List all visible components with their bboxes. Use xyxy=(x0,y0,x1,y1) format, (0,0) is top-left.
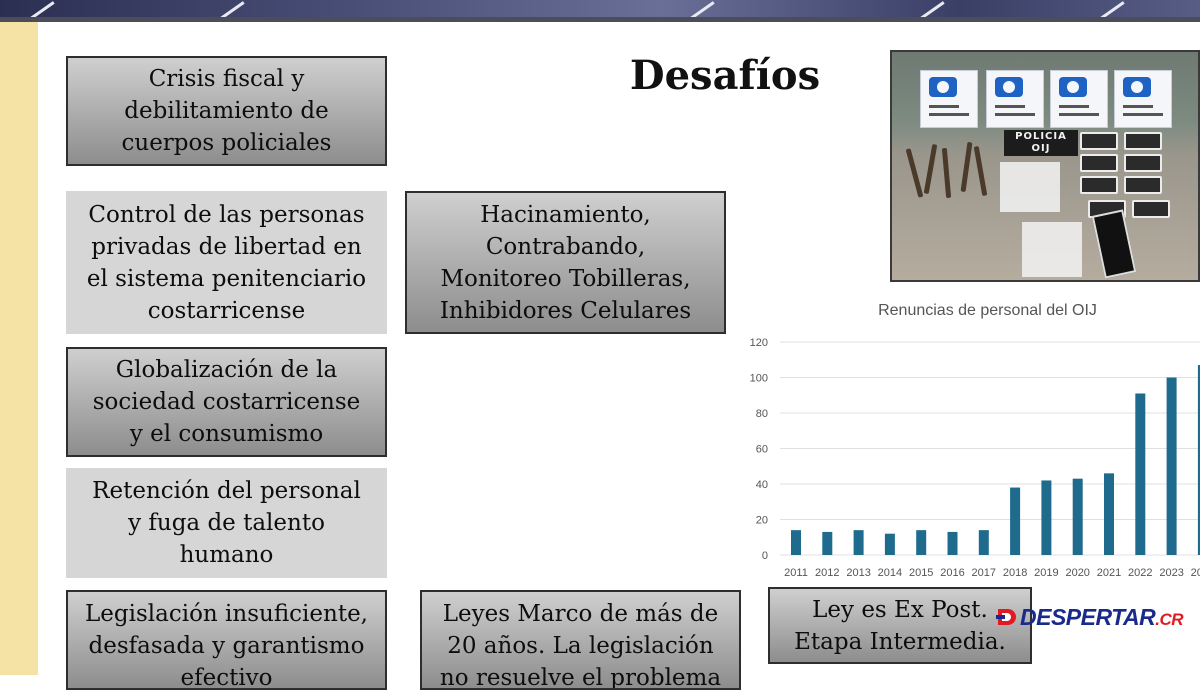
badge-subtext: OIJ xyxy=(1031,143,1051,154)
box-line: Hacinamiento, xyxy=(480,201,651,228)
brand-mark-icon xyxy=(996,609,1016,625)
y-tick-label: 20 xyxy=(756,515,768,527)
phone-image xyxy=(1124,176,1162,194)
bar xyxy=(1072,478,1083,555)
bar xyxy=(1041,480,1052,555)
bag-image xyxy=(1000,162,1060,212)
box-line: sociedad costarricense xyxy=(92,389,361,415)
box-line: Globalización de la xyxy=(115,357,338,383)
box-line: debilitamiento de xyxy=(124,98,329,124)
box-line: desfasada y garantismo xyxy=(88,633,365,659)
x-tick-label: 2011 xyxy=(784,567,808,579)
phone-image xyxy=(1080,132,1118,150)
slide-title: Desafíos xyxy=(629,52,821,99)
box-ley-ex-post: Ley es Ex Post. Etapa Intermedia. xyxy=(768,587,1032,664)
y-tick-label: 120 xyxy=(750,337,768,349)
x-tick-label: 2024 xyxy=(1191,567,1200,579)
knife-image xyxy=(923,143,938,195)
box-line: Crisis fiscal y xyxy=(148,66,305,92)
box-line: el sistema penitenciario xyxy=(86,265,367,292)
y-tick-label: 60 xyxy=(756,444,768,456)
x-tick-label: 2017 xyxy=(972,567,996,579)
x-tick-label: 2023 xyxy=(1159,567,1183,579)
phone-image xyxy=(1091,209,1137,279)
box-legislacion: Legislación insuficiente, desfasada y ga… xyxy=(66,590,387,690)
knife-image xyxy=(941,147,952,199)
box-line: Contrabando, xyxy=(485,233,646,260)
y-tick-label: 40 xyxy=(756,479,768,491)
bar xyxy=(1135,393,1146,555)
bar xyxy=(1104,473,1114,555)
box-crisis-fiscal: Crisis fiscal y debilitamiento de cuerpo… xyxy=(66,56,387,166)
chart-title: Renuncias de personal del OIJ xyxy=(878,302,1097,319)
bar xyxy=(1010,487,1021,555)
bar xyxy=(978,530,989,555)
box-line: Etapa Intermedia. xyxy=(794,628,1006,655)
brand-tld: .CR xyxy=(1155,610,1184,629)
phone-image xyxy=(1132,200,1170,218)
box-line: Ley es Ex Post. xyxy=(812,596,988,623)
box-line: Control de las personas xyxy=(88,201,365,228)
box-control-personas: Control de las personas privadas de libe… xyxy=(66,191,387,334)
oij-badge: POLICIA OIJ xyxy=(1004,130,1078,156)
top-divider xyxy=(0,17,1200,22)
x-tick-label: 2012 xyxy=(815,567,839,579)
x-tick-label: 2013 xyxy=(846,567,870,579)
badge-text: POLICIA xyxy=(1015,131,1067,142)
police-sign-image xyxy=(920,70,978,128)
y-tick-label: 80 xyxy=(756,408,768,420)
box-line: y el consumismo xyxy=(129,421,324,447)
y-tick-label: 0 xyxy=(762,550,768,562)
brand-name: DESPERTAR xyxy=(1020,604,1156,630)
phone-image xyxy=(1080,154,1118,172)
x-tick-label: 2020 xyxy=(1065,567,1089,579)
bag-image xyxy=(1022,222,1082,277)
bar xyxy=(1166,377,1177,555)
box-line: Inhibidores Celulares xyxy=(439,297,692,324)
phone-image xyxy=(1124,132,1162,150)
box-retencion: Retención del personal y fuga de talento… xyxy=(66,468,387,578)
bar xyxy=(791,530,801,555)
box-line: privadas de libertad en xyxy=(91,233,362,260)
box-leyes-marco: Leyes Marco de más de 20 años. La legisl… xyxy=(420,590,741,690)
box-line: Leyes Marco de más de xyxy=(442,601,719,627)
x-tick-label: 2016 xyxy=(940,567,964,579)
police-sign-image xyxy=(1050,70,1108,128)
phone-image xyxy=(1080,176,1118,194)
box-hacinamiento: Hacinamiento, Contrabando, Monitoreo Tob… xyxy=(405,191,726,334)
box-line: costarricense xyxy=(147,297,306,324)
box-line: humano xyxy=(179,542,274,568)
police-sign-image xyxy=(986,70,1044,128)
x-tick-label: 2022 xyxy=(1128,567,1152,579)
x-tick-label: 2015 xyxy=(909,567,933,579)
knife-image xyxy=(905,148,924,198)
seized-items-photo: POLICIA OIJ xyxy=(890,50,1200,282)
box-line: Legislación insuficiente, xyxy=(85,601,368,627)
despertar-logo: DESPERTAR.CR xyxy=(996,604,1184,631)
police-sign-image xyxy=(1114,70,1172,128)
y-tick-label: 100 xyxy=(750,373,768,385)
knife-image xyxy=(960,141,973,193)
bar xyxy=(822,531,833,555)
box-line: Retención del personal xyxy=(92,478,361,504)
x-tick-label: 2021 xyxy=(1097,567,1121,579)
box-line: Monitoreo Tobilleras, xyxy=(440,265,691,292)
bar xyxy=(884,533,895,555)
bar xyxy=(947,531,958,555)
box-line: cuerpos policiales xyxy=(121,130,332,156)
bar xyxy=(916,530,927,555)
phone-image xyxy=(1124,154,1162,172)
box-line: y fuga de talento xyxy=(128,510,325,536)
box-globalizacion: Globalización de la sociedad costarricen… xyxy=(66,347,387,457)
box-line: no resuelve el problema xyxy=(439,665,722,690)
x-tick-label: 2018 xyxy=(1003,567,1027,579)
bar xyxy=(853,530,864,555)
box-line: efectivo xyxy=(180,665,273,690)
knife-image xyxy=(973,145,988,197)
box-line: 20 años. La legislación xyxy=(447,633,714,659)
bar-chart: 0 20 40 60 80 100 120 2011 2012 2013 2014 2015 2016 2… xyxy=(750,337,1200,579)
x-tick-label: 2014 xyxy=(878,567,902,579)
x-tick-label: 2019 xyxy=(1034,567,1058,579)
left-accent-band xyxy=(0,22,38,675)
